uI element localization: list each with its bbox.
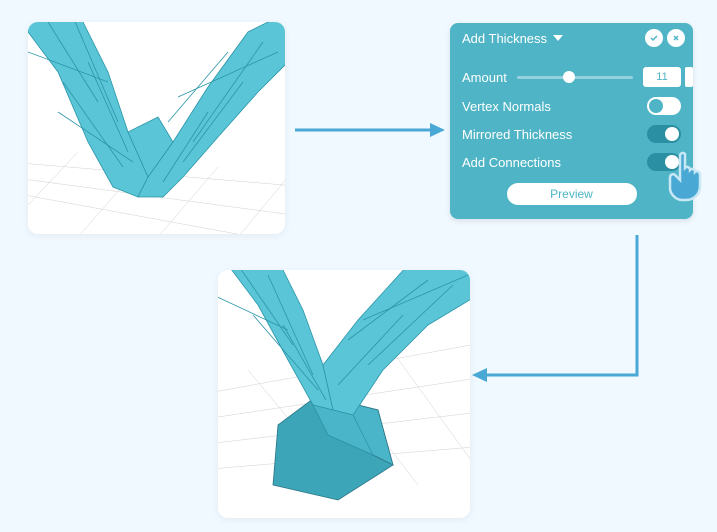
option-label: Vertex Normals — [462, 99, 551, 114]
amount-label: Amount — [462, 70, 507, 85]
close-icon[interactable] — [667, 29, 685, 47]
mirrored-thickness-row: Mirrored Thickness — [462, 125, 681, 143]
vertex-normals-row: Vertex Normals — [462, 97, 681, 115]
panel-title: Add Thickness — [462, 31, 563, 46]
amount-slider[interactable] — [517, 76, 633, 79]
confirm-icon[interactable] — [645, 29, 663, 47]
option-label: Mirrored Thickness — [462, 127, 572, 142]
amount-row: Amount 11 — [462, 67, 681, 87]
mirrored-thickness-toggle[interactable] — [647, 125, 681, 143]
arrow-to-panel — [295, 120, 445, 140]
pointer-hand-icon — [660, 148, 717, 206]
viewport-after — [218, 270, 470, 518]
vertex-normals-toggle[interactable] — [647, 97, 681, 115]
preview-button[interactable]: Preview — [507, 183, 637, 205]
add-thickness-panel: Add Thickness Amount 11 Vertex Normals M… — [450, 23, 693, 219]
arrow-to-result — [469, 235, 689, 403]
viewport-before — [28, 22, 285, 234]
amount-input[interactable]: 11 — [643, 67, 681, 87]
option-label: Add Connections — [462, 155, 561, 170]
add-connections-row: Add Connections — [462, 153, 681, 171]
